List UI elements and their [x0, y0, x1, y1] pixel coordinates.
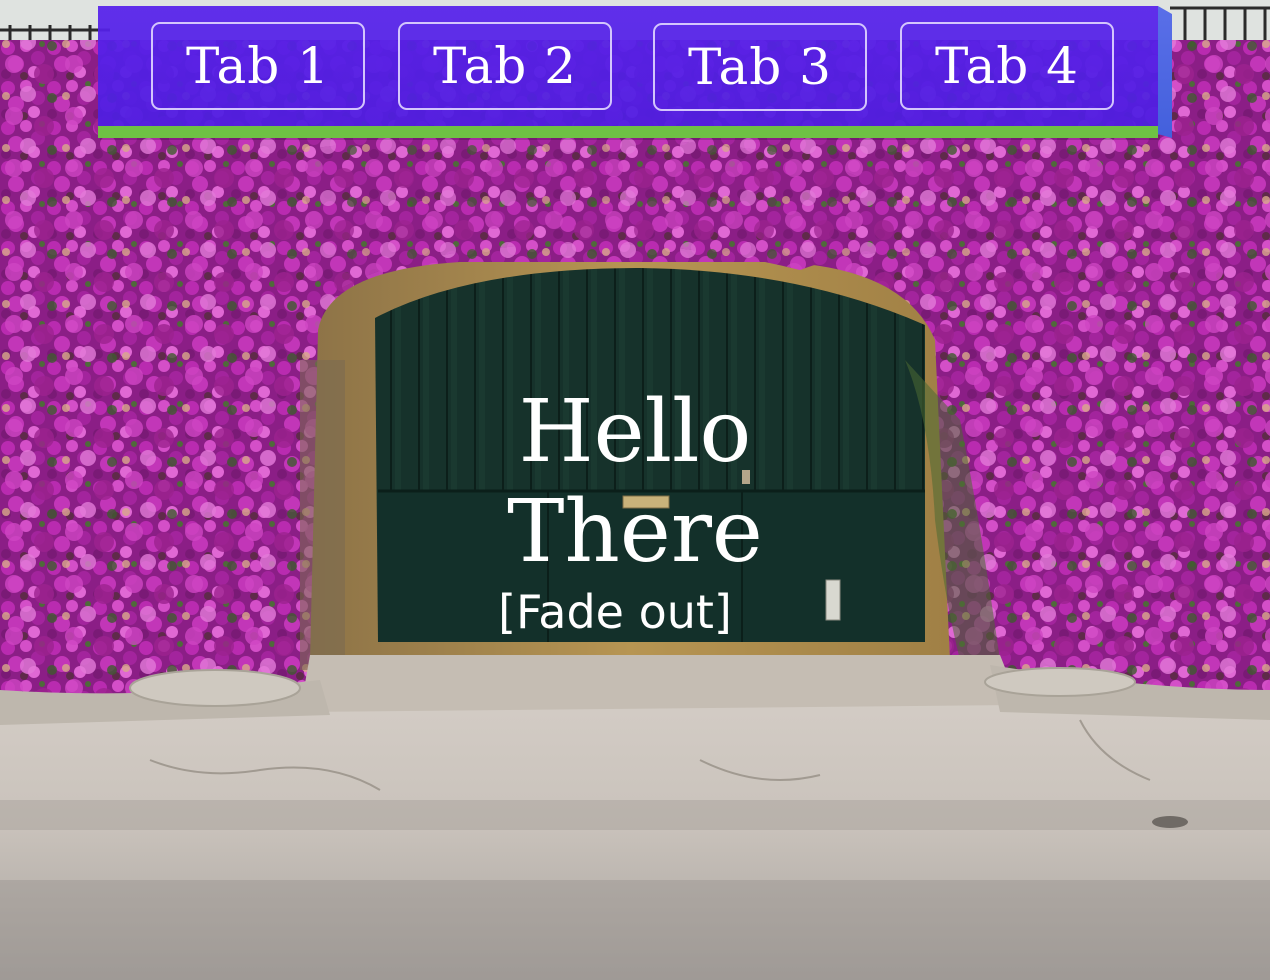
hero-title: Hello There: [507, 382, 763, 582]
tab-3[interactable]: Tab 3: [653, 23, 867, 111]
top-navigation-bar: Tab 1 Tab 2 Tab 3 Tab 4: [98, 6, 1158, 138]
tab-2[interactable]: Tab 2: [398, 22, 612, 110]
fade-out-caption[interactable]: [Fade out]: [470, 582, 760, 642]
tab-3-label: Tab 3: [688, 38, 832, 96]
tab-4[interactable]: Tab 4: [900, 22, 1114, 110]
tab-4-label: Tab 4: [935, 37, 1079, 95]
tab-1[interactable]: Tab 1: [151, 22, 365, 110]
tab-2-label: Tab 2: [433, 37, 577, 95]
navbar-edge: [1158, 6, 1172, 138]
tab-1-label: Tab 1: [186, 37, 330, 95]
